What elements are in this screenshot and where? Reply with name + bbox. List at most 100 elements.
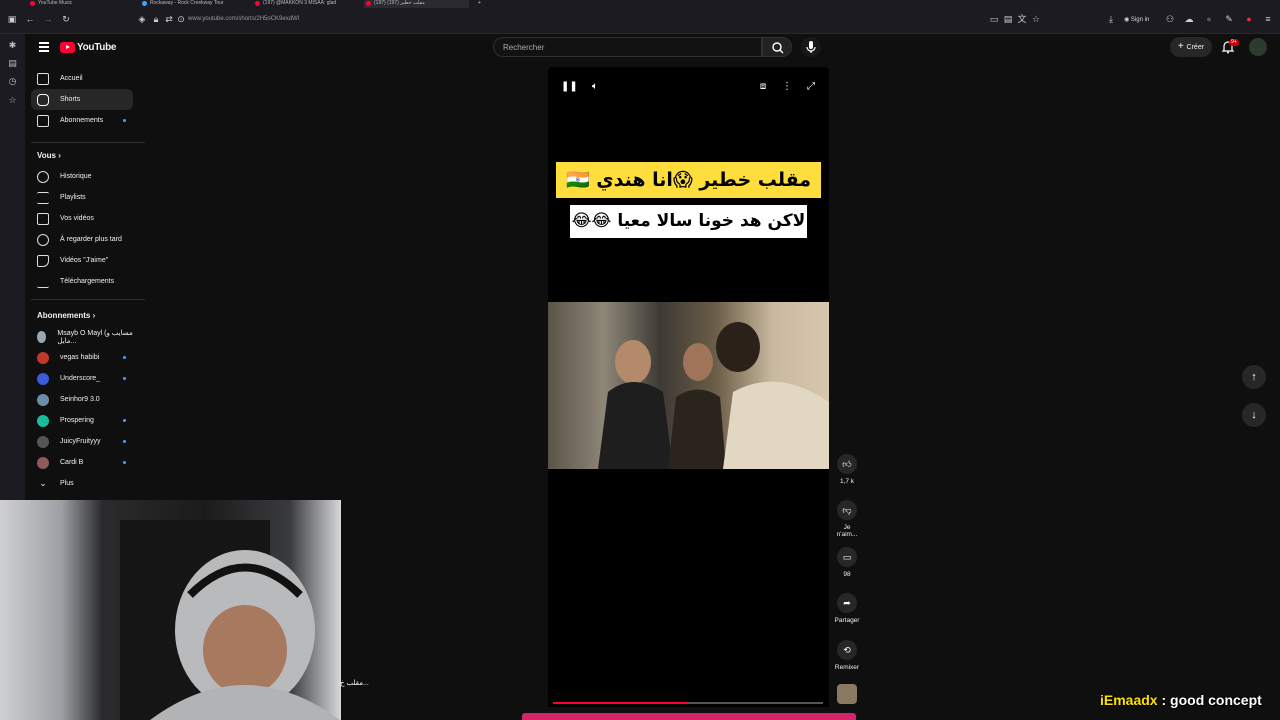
sidebar-show-more[interactable]: ⌄ Plus (31, 473, 133, 494)
subscriptions-icon (37, 114, 49, 127)
chat-username: iEmaadx (1100, 692, 1158, 708)
extension-icon[interactable]: ✎ (1223, 13, 1235, 25)
extension-icon[interactable]: ⚇ (1164, 13, 1176, 25)
volume-icon[interactable]: 🔈︎ (588, 80, 602, 94)
sidebar-item-watch-later[interactable]: À regarder plus tard (31, 229, 133, 250)
page-icon[interactable]: ▤ (6, 57, 19, 70)
history-icon[interactable]: ◷ (6, 75, 19, 88)
comments-button[interactable]: ▭ 98 (833, 547, 861, 578)
browser-tab[interactable]: YouTube Music (28, 0, 128, 8)
browser-tab[interactable]: Rockaway - Rock Creekway Tour (140, 0, 240, 8)
sidebar-item-history[interactable]: Historique (31, 166, 133, 187)
channel-avatar (37, 393, 49, 406)
sound-thumbnail[interactable] (837, 684, 857, 704)
previous-short-arrow-icon[interactable]: ↑ (1242, 365, 1266, 389)
sidebar-sub-channel[interactable]: Seinhor9 3.0 (31, 389, 133, 410)
sidebar-item-liked[interactable]: Vidéos "J'aime" (31, 250, 133, 271)
section-you[interactable]: Vous › (37, 151, 61, 160)
channel-avatar (37, 372, 49, 385)
back-icon[interactable]: ← (24, 13, 36, 25)
like-button[interactable]: 👍︎ 1,7 k (833, 454, 861, 485)
channel-avatar (37, 414, 49, 427)
youtube-logo[interactable]: YouTube (60, 41, 117, 54)
fullscreen-icon[interactable]: ⤢ (804, 80, 818, 94)
sidebar-sub-channel[interactable]: Prospering (31, 410, 133, 431)
new-content-dot (123, 461, 126, 464)
video-caption-bottom: لاكن هد خونا سالا معيا 😂😂 (570, 205, 807, 238)
home-icon (37, 72, 49, 85)
extension-icon[interactable]: ● (1203, 13, 1215, 25)
menu-icon[interactable]: ≡ (1262, 13, 1274, 25)
captions-icon[interactable]: ⧈ (756, 80, 770, 94)
extension-icon[interactable]: ● (1243, 13, 1255, 25)
video-progress-fill (553, 702, 688, 704)
create-button[interactable]: + Créer (1170, 37, 1212, 57)
youtube-play-icon (60, 42, 75, 53)
channel-avatar (37, 435, 49, 448)
new-content-dot (123, 356, 126, 359)
sidebar-toggle-icon[interactable]: ▣ (6, 13, 18, 25)
video-frame-image (548, 302, 829, 469)
sidebar-item-playlists[interactable]: Playlists (31, 187, 133, 208)
url-text[interactable]: www.youtube.com/shorts/2H5oCK9exdWl (188, 16, 299, 22)
extension-icon[interactable]: ✱ (6, 39, 19, 52)
sidebar-item-downloads[interactable]: Téléchargements (31, 271, 133, 292)
permissions-icon[interactable]: ⇄ (163, 13, 175, 25)
site-info-icon[interactable]: ⊙ (175, 13, 187, 25)
remix-button[interactable]: ⟲ Remixer (833, 640, 861, 671)
channel-avatar (37, 330, 47, 343)
remix-icon: ⟲ (837, 640, 857, 660)
watch-later-icon (37, 233, 49, 246)
chat-message: iEmaadx : good concept (1100, 692, 1262, 708)
sidebar-item-shorts[interactable]: Shorts (31, 89, 133, 110)
webcam-overlay (0, 500, 341, 720)
shield-icon[interactable]: ◈ (136, 13, 148, 25)
liked-icon (37, 254, 49, 267)
hamburger-menu-icon[interactable] (39, 42, 49, 52)
playlists-icon (37, 191, 49, 204)
screenshot-icon[interactable]: ▭ (988, 13, 1000, 25)
bookmark-star-icon[interactable]: ☆ (1030, 13, 1042, 25)
downloads-toolbar-icon[interactable]: ⤓ (1105, 13, 1117, 25)
voice-search-button[interactable] (801, 37, 821, 57)
history-icon (37, 170, 49, 183)
search-input[interactable]: Rechercher (493, 37, 762, 57)
sidebar-sub-channel[interactable]: Cardi B (31, 452, 133, 473)
user-avatar[interactable] (1249, 38, 1267, 56)
sidebar-sub-channel[interactable]: JuicyFruityyy (31, 431, 133, 452)
sidebar-item-your-videos[interactable]: Vos vidéos (31, 208, 133, 229)
new-content-dot (123, 377, 126, 380)
next-short-arrow-icon[interactable]: ↓ (1242, 403, 1266, 427)
video-caption-top: مقلب خطير 😱انا هندي 🇮🇳 (556, 162, 821, 198)
sign-in-button[interactable]: ◉ Sign in (1124, 16, 1149, 23)
pause-icon[interactable]: ❚❚ (561, 80, 578, 94)
thumbs-down-icon: 👎︎ (837, 500, 857, 520)
browser-tab-active[interactable]: (197) مقلب خطير (197) (364, 0, 469, 8)
reload-icon[interactable]: ↻ (60, 13, 72, 25)
extension-icon[interactable]: ☁ (1183, 13, 1195, 25)
lock-icon[interactable]: 🔒︎ (150, 13, 162, 25)
divider (31, 142, 145, 143)
comment-icon: ▭ (837, 547, 857, 567)
search-button[interactable] (762, 37, 792, 57)
sidebar-sub-channel[interactable]: vegas habibi (31, 347, 133, 368)
sidebar-item-subscriptions[interactable]: Abonnements (31, 110, 133, 131)
translate-icon[interactable]: 文 (1016, 13, 1028, 25)
more-options-icon[interactable]: ⋮ (780, 80, 794, 94)
section-subscriptions[interactable]: Abonnements › (37, 311, 95, 320)
share-icon: ➦ (837, 593, 857, 613)
new-tab-icon[interactable]: + (478, 0, 488, 8)
reader-icon[interactable]: ▤ (1002, 13, 1014, 25)
sidebar-sub-channel[interactable]: Underscore_ (31, 368, 133, 389)
chevron-down-icon: ⌄ (39, 477, 47, 488)
bookmark-star-icon[interactable]: ☆ (6, 94, 19, 107)
overlay-banner (522, 713, 856, 720)
sidebar-item-home[interactable]: Accueil (31, 68, 133, 89)
forward-icon[interactable]: → (42, 13, 54, 25)
dislike-button[interactable]: 👎︎ Je n'aim... (833, 500, 861, 538)
share-button[interactable]: ➦ Partager (833, 593, 861, 624)
sidebar-sub-channel[interactable]: Msayb O Mayl (مسايب و مايل... (31, 326, 133, 347)
notification-badge: 9+ (1229, 39, 1239, 46)
channel-avatar (37, 351, 49, 364)
browser-tab[interactable]: (197) @MAKKON 3 MISAA: glad (253, 0, 353, 8)
